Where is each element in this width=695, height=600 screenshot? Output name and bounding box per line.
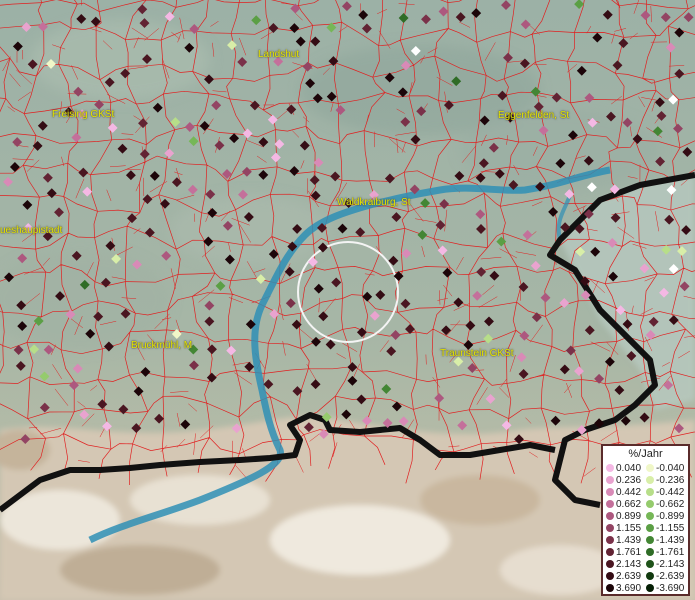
legend-swatch-negative	[646, 488, 654, 496]
legend-swatch-negative	[646, 524, 654, 532]
legend-swatch-negative	[646, 476, 654, 484]
legend-swatch-positive	[606, 584, 614, 592]
legend-swatch-positive	[606, 512, 614, 520]
place-label-traunstein: Traunstein GKSt	[440, 348, 514, 359]
legend-value-positive: 0.662	[616, 499, 642, 510]
legend-row: 1.155 -1.155	[603, 523, 692, 534]
legend-value-negative: -0.899	[656, 511, 685, 522]
legend-swatch-positive	[606, 476, 614, 484]
legend-swatch-positive	[606, 536, 614, 544]
legend-row: 0.662 -0.662	[603, 499, 692, 510]
legend-row: 0.442 -0.442	[603, 487, 692, 498]
alps-shading	[0, 416, 695, 600]
legend-swatch-positive	[606, 572, 614, 580]
legend-value-positive: 0.040	[616, 463, 642, 474]
legend-row: 2.143 -2.143	[603, 559, 692, 570]
legend-value-positive: 0.899	[616, 511, 642, 522]
place-label-hauptstadt: ueshaupistadt	[0, 225, 63, 236]
legend-swatch-positive	[606, 560, 614, 568]
legend-value-positive: 1.155	[616, 523, 642, 534]
legend-value-negative: -1.155	[656, 523, 685, 534]
legend-value-positive: 0.236	[616, 475, 642, 486]
place-label-waldkraiburg: Waldkraiburg, St	[337, 197, 411, 208]
map-canvas[interactable]	[0, 0, 695, 600]
legend-swatch-positive	[606, 464, 614, 472]
legend-row: 0.899 -0.899	[603, 511, 692, 522]
legend-value-negative: -0.040	[656, 463, 685, 474]
legend-row: 1.439 -1.439	[603, 535, 692, 546]
legend-swatch-positive	[606, 500, 614, 508]
legend-value-positive: 0.442	[616, 487, 642, 498]
legend-swatch-negative	[646, 548, 654, 556]
legend-swatch-negative	[646, 584, 654, 592]
legend-swatch-negative	[646, 512, 654, 520]
legend-value-negative: -1.761	[656, 547, 685, 558]
legend-row: 0.040 -0.040	[603, 463, 692, 474]
legend-swatch-negative	[646, 572, 654, 580]
legend-value-positive: 3.690	[616, 583, 642, 594]
legend-value-negative: -0.236	[656, 475, 685, 486]
legend-swatch-positive	[606, 524, 614, 532]
legend-value-negative: -2.143	[656, 559, 685, 570]
legend-swatch-negative	[646, 464, 654, 472]
place-label-freising: Freising GKSt	[52, 109, 115, 120]
legend-value-positive: 1.439	[616, 535, 642, 546]
legend-value-negative: -3.690	[656, 583, 685, 594]
legend-swatch-positive	[606, 488, 614, 496]
legend-value-positive: 2.639	[616, 571, 642, 582]
place-label-eggenfelden: Eggenfelden, St	[498, 110, 570, 121]
legend-swatch-negative	[646, 560, 654, 568]
legend-value-negative: -1.439	[656, 535, 685, 546]
legend-swatch-negative	[646, 536, 654, 544]
legend-value-positive: 2.143	[616, 559, 642, 570]
place-label-bruckmuehl: Bruckmühl, M	[131, 340, 193, 351]
legend: %/Jahr 0.040 -0.040 0.236 -0.236 0.442 -0.442…	[601, 444, 690, 596]
legend-swatch-positive	[606, 548, 614, 556]
legend-value-negative: -2.639	[656, 571, 685, 582]
legend-swatch-negative	[646, 500, 654, 508]
legend-row: 0.236 -0.236	[603, 475, 692, 486]
legend-row: 1.761 -1.761	[603, 547, 692, 558]
place-label-landshut: Landshut	[258, 49, 300, 60]
legend-row: 3.690 -3.690	[603, 583, 692, 594]
legend-title: %/Jahr	[628, 448, 663, 460]
legend-row: 2.639 -2.639	[603, 571, 692, 582]
legend-value-negative: -0.442	[656, 487, 685, 498]
legend-value-negative: -0.662	[656, 499, 685, 510]
legend-value-positive: 1.761	[616, 547, 642, 558]
